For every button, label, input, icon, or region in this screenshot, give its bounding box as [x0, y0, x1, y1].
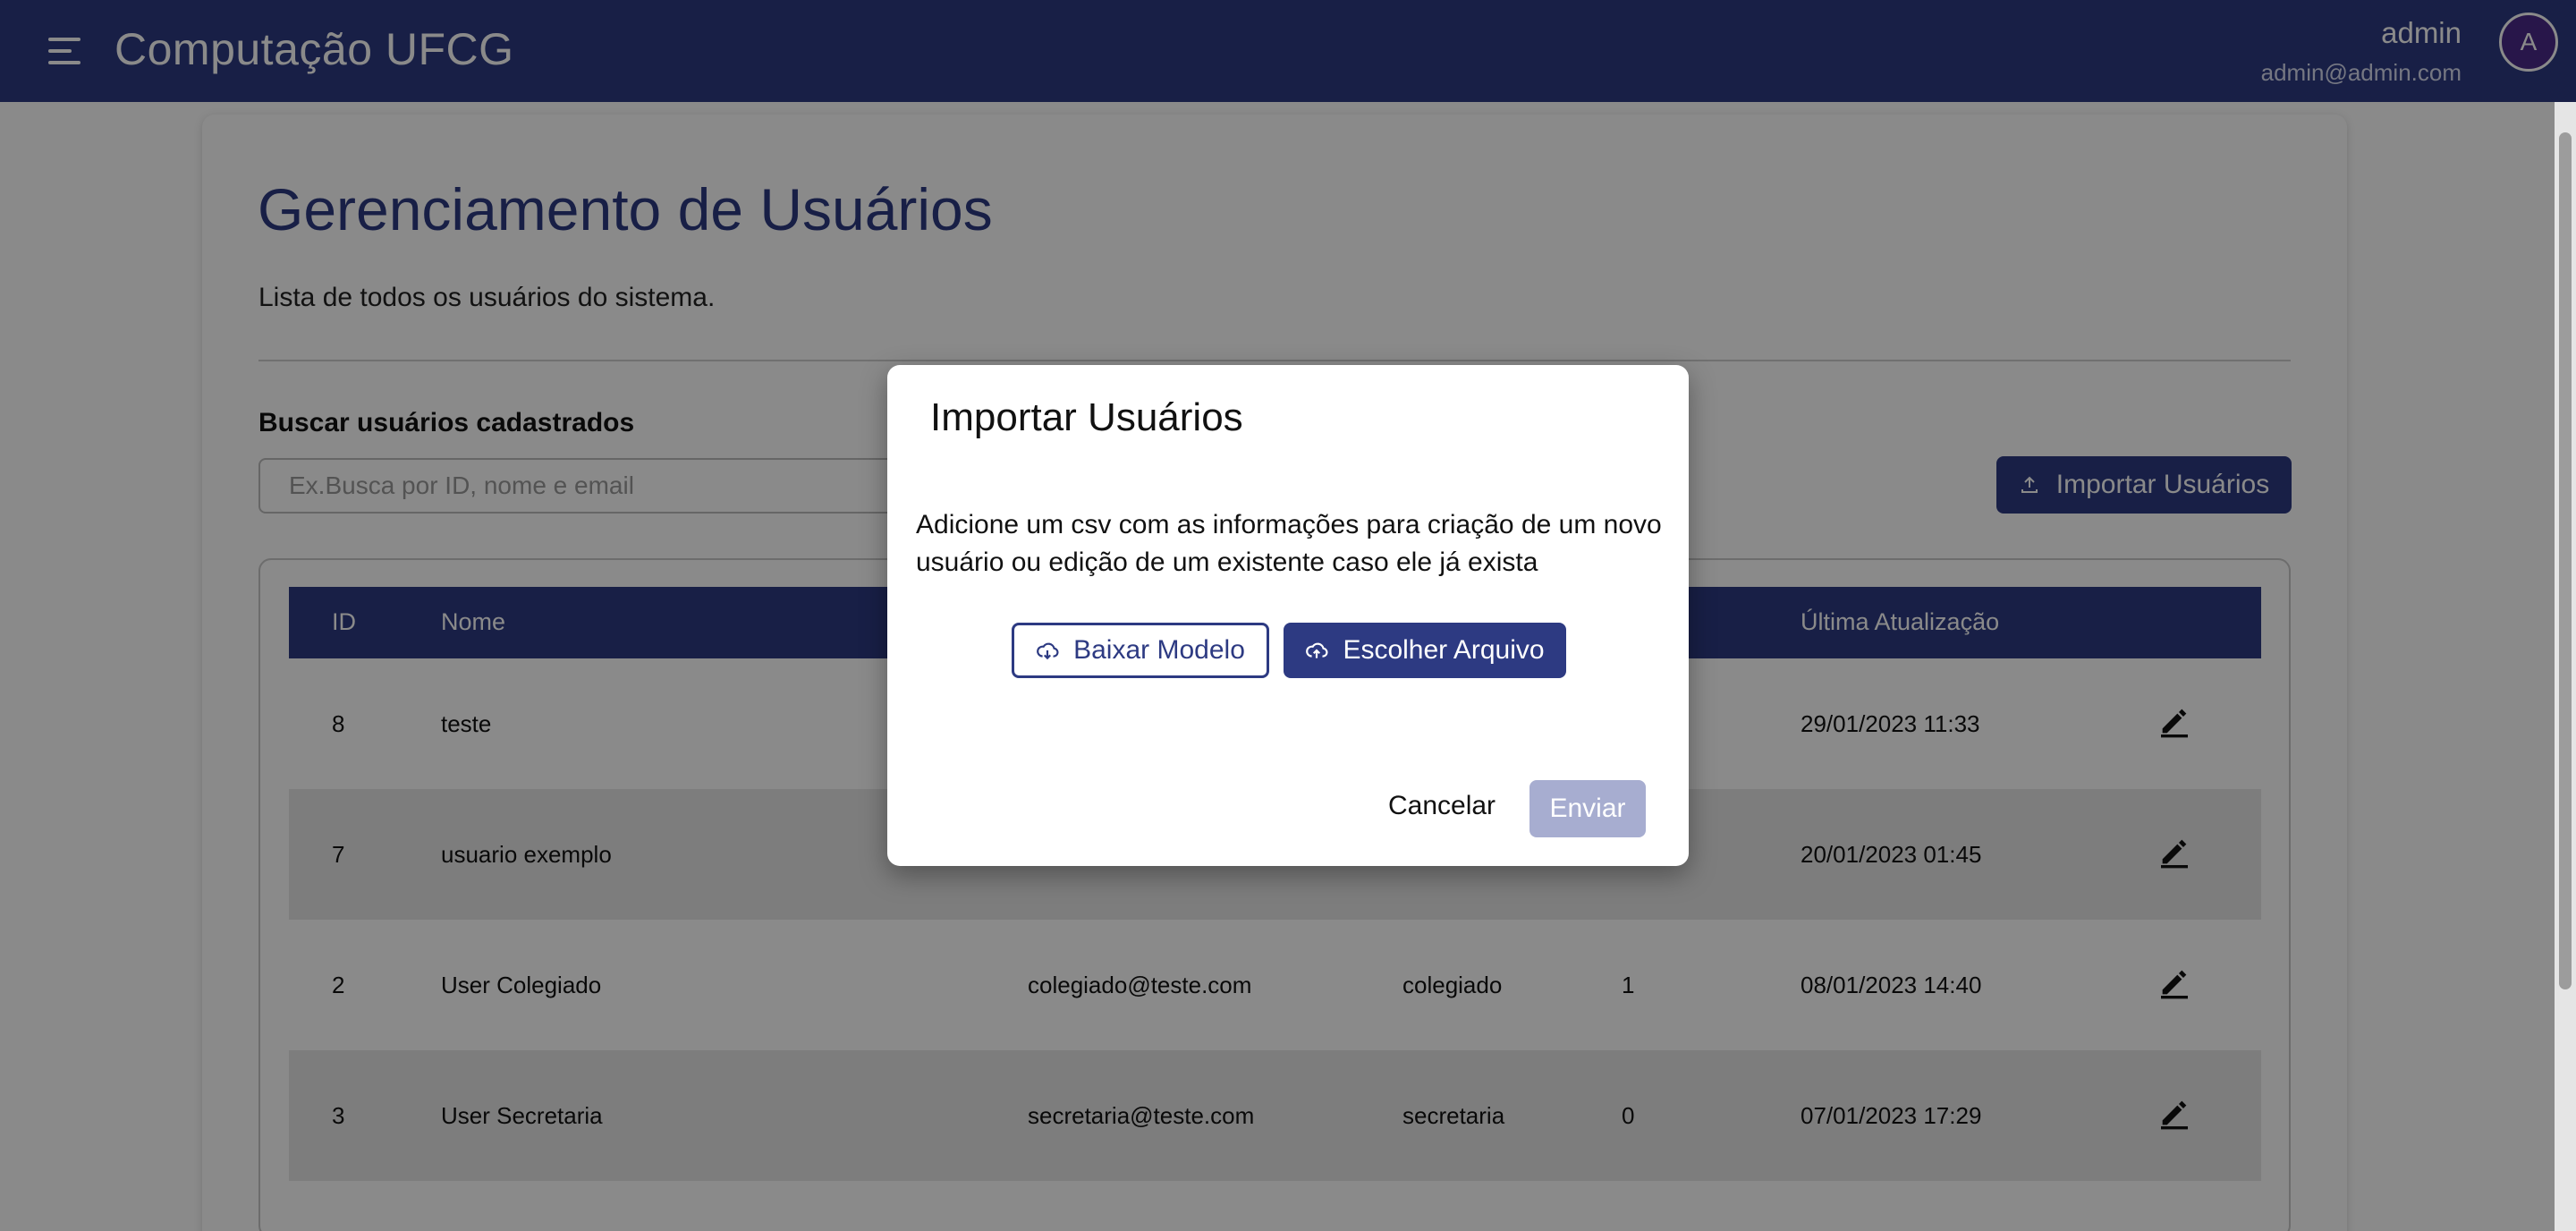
- cloud-upload-icon: [1306, 642, 1328, 658]
- modal-description: Adicione um csv com as informações para …: [916, 510, 1662, 577]
- download-template-label: Baixar Modelo: [1073, 635, 1245, 665]
- choose-file-button[interactable]: Escolher Arquivo: [1284, 623, 1566, 678]
- send-button[interactable]: Enviar: [1530, 780, 1646, 837]
- cloud-download-icon: [1037, 642, 1059, 660]
- scrollbar-thumb[interactable]: [2559, 132, 2572, 989]
- cancel-button[interactable]: Cancelar: [1379, 778, 1504, 834]
- modal-title: Importar Usuários: [930, 395, 1243, 439]
- choose-file-label: Escolher Arquivo: [1343, 635, 1545, 665]
- import-users-modal: Importar Usuários Adicione um csv com as…: [887, 365, 1689, 866]
- download-template-button[interactable]: Baixar Modelo: [1012, 623, 1269, 678]
